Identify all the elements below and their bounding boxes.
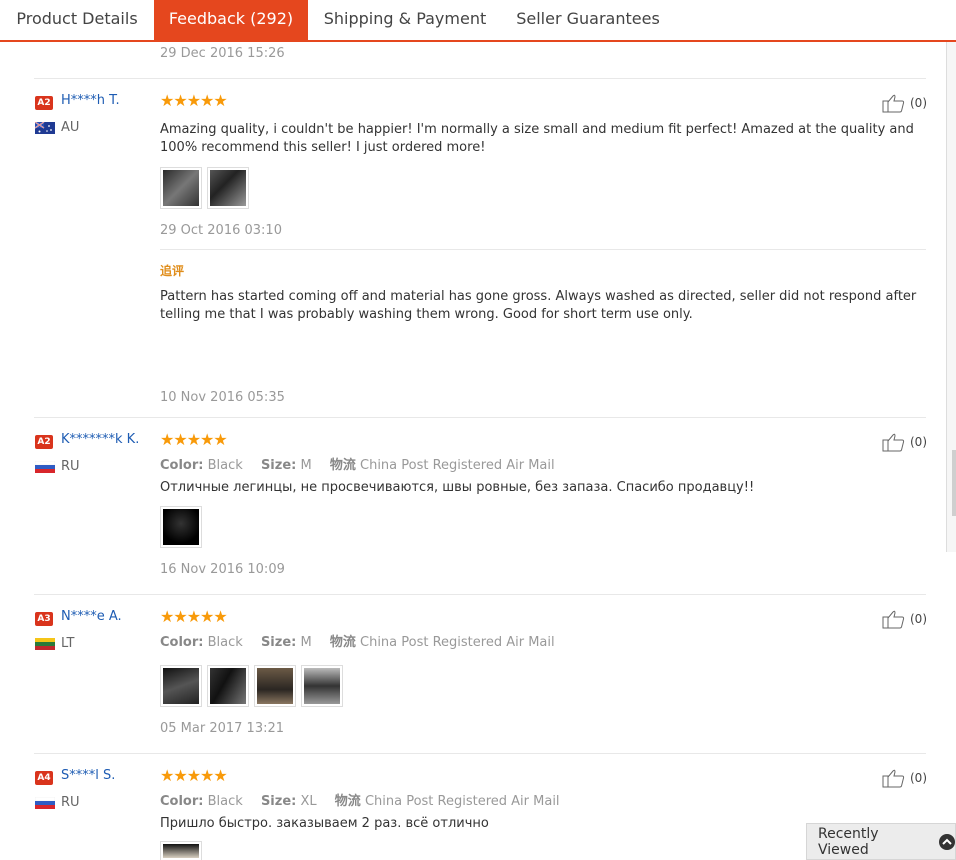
- review-photo[interactable]: [160, 506, 202, 548]
- color-label: Color:: [160, 794, 204, 809]
- helpful-button[interactable]: (0): [882, 609, 927, 629]
- review-text: Отличные легинцы, не просвечиваются, швы…: [160, 480, 755, 495]
- review-photo[interactable]: [160, 841, 202, 860]
- review-photo[interactable]: [207, 167, 249, 209]
- buyer-level-badge: A3: [35, 612, 53, 626]
- review-date: 29 Dec 2016 15:26: [160, 46, 285, 61]
- flag-lt-icon: [35, 638, 55, 650]
- shipping-label: 物流: [329, 458, 356, 473]
- thumbs-up-icon: [882, 433, 905, 452]
- tab-shipping-payment[interactable]: Shipping & Payment: [308, 0, 502, 40]
- chevron-up-icon: [939, 833, 955, 850]
- shipping-method: China Post Registered Air Mail: [364, 794, 560, 809]
- thumbs-up-icon: [882, 94, 905, 113]
- thumbs-up-icon: [882, 610, 905, 629]
- rating-stars: ★★★★★: [160, 766, 228, 785]
- buyer-level-badge: A2: [35, 96, 53, 110]
- tab-product-details[interactable]: Product Details: [0, 0, 154, 40]
- divider: [34, 417, 926, 418]
- helpful-count: (0): [910, 771, 927, 785]
- shipping-label: 物流: [334, 794, 361, 809]
- review-date: 05 Mar 2017 13:21: [160, 721, 285, 736]
- rating-stars: ★★★★★: [160, 607, 228, 626]
- divider: [34, 753, 926, 754]
- review-photo[interactable]: [160, 167, 202, 209]
- review-text: Amazing quality, i couldn't be happier! …: [160, 122, 914, 155]
- scrollbar-thumb[interactable]: [952, 450, 956, 516]
- size-label: Size:: [260, 458, 297, 473]
- helpful-button[interactable]: (0): [882, 93, 927, 113]
- helpful-button[interactable]: (0): [882, 432, 927, 452]
- divider: [34, 594, 926, 595]
- review-date: 16 Nov 2016 10:09: [160, 562, 285, 577]
- buyer-country: LT: [61, 636, 75, 651]
- buyer-level-badge: A2: [35, 435, 53, 449]
- recently-viewed-button[interactable]: Recently Viewed: [806, 823, 956, 860]
- color-value: Black: [207, 794, 243, 809]
- buyer-country: RU: [61, 459, 80, 474]
- thumbs-up-icon: [882, 769, 905, 788]
- buyer-country: RU: [61, 795, 80, 810]
- review-photo[interactable]: [254, 665, 296, 707]
- helpful-count: (0): [910, 96, 927, 110]
- flag-ru-icon: [35, 797, 55, 809]
- review-photo[interactable]: [160, 665, 202, 707]
- buyer-name[interactable]: N****e A.: [61, 609, 122, 624]
- buyer-name[interactable]: H****h T.: [61, 93, 120, 108]
- order-info: Color: Black Size: XL 物流 China Post Regi…: [160, 790, 560, 809]
- size-value: M: [300, 458, 312, 473]
- buyer-country: AU: [61, 120, 80, 135]
- color-label: Color:: [160, 458, 204, 473]
- recently-viewed-label: Recently Viewed: [818, 825, 879, 858]
- color-value: Black: [207, 635, 243, 650]
- tab-feedback[interactable]: Feedback (292): [154, 0, 308, 40]
- rating-stars: ★★★★★: [160, 430, 228, 449]
- additional-feedback-date: 10 Nov 2016 05:35: [160, 390, 285, 405]
- divider: [160, 249, 926, 250]
- divider: [34, 78, 926, 79]
- review-photo[interactable]: [207, 665, 249, 707]
- flag-ru-icon: [35, 461, 55, 473]
- size-label: Size:: [260, 794, 297, 809]
- size-value: XL: [300, 794, 317, 809]
- helpful-count: (0): [910, 612, 927, 626]
- additional-feedback-label: 追评: [160, 264, 185, 278]
- buyer-level-badge: A4: [35, 771, 53, 785]
- review-date: 29 Oct 2016 03:10: [160, 223, 282, 238]
- buyer-name[interactable]: S****l S.: [61, 768, 115, 783]
- order-info: Color: Black Size: M 物流 China Post Regis…: [160, 631, 555, 650]
- buyer-name[interactable]: K*******k K.: [61, 432, 139, 447]
- rating-stars: ★★★★★: [160, 91, 228, 110]
- shipping-method: China Post Registered Air Mail: [360, 635, 555, 650]
- order-info: Color: Black Size: M 物流 China Post Regis…: [160, 454, 555, 473]
- additional-feedback-text: Pattern has started coming off and mater…: [160, 289, 917, 322]
- size-label: Size:: [260, 635, 297, 650]
- color-label: Color:: [160, 635, 204, 650]
- flag-au-icon: [35, 122, 55, 134]
- tab-bar: Product Details Feedback (292) Shipping …: [0, 0, 956, 42]
- shipping-method: China Post Registered Air Mail: [360, 458, 555, 473]
- color-value: Black: [207, 458, 243, 473]
- tab-seller-guarantees[interactable]: Seller Guarantees: [502, 0, 674, 40]
- size-value: M: [300, 635, 312, 650]
- helpful-button[interactable]: (0): [882, 768, 927, 788]
- helpful-count: (0): [910, 435, 927, 449]
- shipping-label: 物流: [329, 635, 356, 650]
- review-photo[interactable]: [301, 665, 343, 707]
